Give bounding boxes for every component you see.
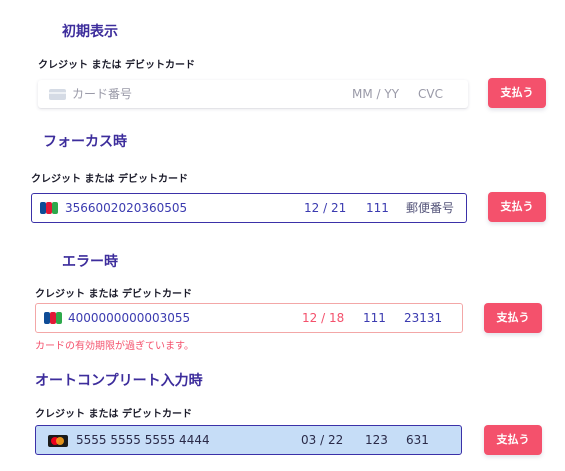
card-field-error[interactable]: 4000000000003055 12 / 18 111 23131 (35, 303, 463, 333)
cvc-input[interactable]: 123 (365, 433, 388, 447)
postal-input[interactable]: 23131 (404, 311, 442, 325)
error-message: カードの有効期限が過ぎています。 (35, 341, 194, 352)
postal-placeholder[interactable]: 郵便番号 (406, 201, 454, 215)
card-field-autocomplete[interactable]: 5555 5555 5555 4444 03 / 22 123 631 (35, 425, 462, 455)
cvc-input[interactable]: 111 (363, 311, 386, 325)
jcb-icon (40, 202, 58, 214)
card-label-initial: クレジット または デビットカード (38, 60, 195, 71)
jcb-icon (44, 312, 62, 324)
card-label-focus: クレジット または デビットカード (31, 174, 188, 185)
pay-button-focus[interactable]: 支払う (488, 192, 546, 222)
card-label-autocomplete: クレジット または デビットカード (35, 409, 192, 420)
pay-button-initial[interactable]: 支払う (488, 78, 546, 108)
section-title-focus: フォーカス時 (43, 134, 127, 150)
card-label-error: クレジット または デビットカード (35, 289, 192, 300)
card-number-input[interactable]: 5555 5555 5555 4444 (76, 433, 210, 447)
postal-input[interactable]: 631 (406, 433, 429, 447)
expiry-input[interactable]: 12 / 21 (304, 201, 346, 215)
expiry-input-error[interactable]: 12 / 18 (302, 311, 344, 325)
card-number-input[interactable]: 4000000000003055 (68, 311, 190, 325)
cvc-placeholder[interactable]: CVC (418, 87, 443, 101)
generic-card-icon (49, 89, 66, 100)
expiry-input[interactable]: 03 / 22 (301, 433, 343, 447)
section-title-initial: 初期表示 (62, 24, 118, 40)
section-title-error: エラー時 (62, 254, 118, 270)
card-field-initial[interactable]: カード番号 MM / YY CVC (38, 80, 468, 108)
expiry-placeholder[interactable]: MM / YY (352, 87, 399, 101)
card-number-input[interactable]: 3566002020360505 (65, 201, 187, 215)
pay-button-error[interactable]: 支払う (484, 303, 542, 333)
card-field-focus[interactable]: 3566002020360505 12 / 21 111 郵便番号 (31, 193, 467, 223)
pay-button-autocomplete[interactable]: 支払う (484, 425, 542, 455)
card-number-placeholder[interactable]: カード番号 (72, 87, 132, 101)
section-title-autocomplete: オートコンプリート入力時 (35, 373, 203, 389)
mastercard-icon (48, 435, 68, 447)
cvc-input[interactable]: 111 (366, 201, 389, 215)
